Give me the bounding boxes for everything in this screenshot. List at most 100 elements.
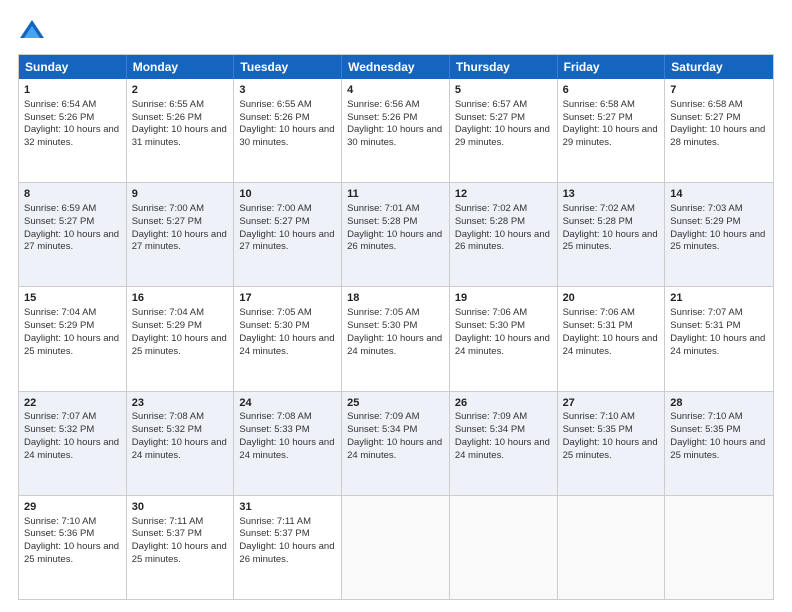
calendar-body: 1Sunrise: 6:54 AMSunset: 5:26 PMDaylight…: [19, 79, 773, 599]
day-cell: 11Sunrise: 7:01 AMSunset: 5:28 PMDayligh…: [342, 183, 450, 286]
empty-cell: [342, 496, 450, 599]
sunrise-text: Sunrise: 7:01 AM: [347, 203, 419, 214]
day-cell: 12Sunrise: 7:02 AMSunset: 5:28 PMDayligh…: [450, 183, 558, 286]
day-cell: 5Sunrise: 6:57 AMSunset: 5:27 PMDaylight…: [450, 79, 558, 182]
sunset-text: Sunset: 5:26 PM: [132, 112, 202, 123]
sunset-text: Sunset: 5:27 PM: [563, 112, 633, 123]
daylight-label: Daylight: 10 hours and 27 minutes.: [132, 229, 227, 253]
sunrise-text: Sunrise: 7:10 AM: [563, 411, 635, 422]
calendar-week: 29Sunrise: 7:10 AMSunset: 5:36 PM Dayligh…: [19, 495, 773, 599]
daylight-label: Daylight: 10 hours and 32 minutes.: [24, 124, 119, 148]
sunrise-text: Sunrise: 7:11 AM: [239, 516, 311, 527]
calendar-week: 15 Sunrise: 7:04 AM Sunset: 5:29 PM Dayligh…: [19, 286, 773, 390]
daylight-label: Daylight: 10 hours and 26 minutes.: [455, 229, 550, 253]
sunrise-text: Sunrise: 6:58 AM: [563, 99, 635, 110]
day-cell: 14Sunrise: 7:03 AMSunset: 5:29 PMDayligh…: [665, 183, 773, 286]
daylight-label: Daylight: 10 hours and 24 minutes.: [563, 333, 658, 357]
sunrise-text: Sunrise: 7:07 AM: [670, 307, 742, 318]
sunset-text: Sunset: 5:36 PM: [24, 528, 94, 539]
day-number: 14: [670, 187, 768, 202]
sunrise-text: Sunrise: 7:05 AM: [347, 307, 419, 318]
day-cell: 22Sunrise: 7:07 AM Sunset: 5:32 PM Dayligh…: [19, 392, 127, 495]
calendar-header: SundayMondayTuesdayWednesdayThursdayFrid…: [19, 55, 773, 79]
day-number: 5: [455, 83, 552, 98]
day-cell: 9Sunrise: 7:00 AMSunset: 5:27 PMDaylight…: [127, 183, 235, 286]
sunset-text: Sunset: 5:37 PM: [239, 528, 309, 539]
daylight-label: Daylight: 10 hours and 24 minutes.: [24, 437, 119, 461]
sunrise-text: Sunrise: 7:05 AM: [239, 307, 311, 318]
day-number: 12: [455, 187, 552, 202]
sunrise-text: Sunrise: 7:04 AM: [132, 307, 204, 318]
calendar-week: 1Sunrise: 6:54 AMSunset: 5:26 PMDaylight…: [19, 79, 773, 182]
calendar-week: 8Sunrise: 6:59 AMSunset: 5:27 PMDaylight…: [19, 182, 773, 286]
daylight-label: Daylight: 10 hours and 25 minutes.: [24, 333, 119, 357]
day-cell: 2Sunrise: 6:55 AMSunset: 5:26 PMDaylight…: [127, 79, 235, 182]
day-cell: 6Sunrise: 6:58 AM Sunset: 5:27 PMDaylight…: [558, 79, 666, 182]
day-number: 19: [455, 291, 552, 306]
sunset-text: Sunset: 5:28 PM: [563, 216, 633, 227]
sunset-text: Sunset: 5:27 PM: [132, 216, 202, 227]
day-cell: 15Sunrise: 7:04 AMSunset: 5:29 PMDayligh…: [19, 287, 127, 390]
day-number: 21: [670, 291, 768, 306]
sunset-text: Sunset: 5:32 PM: [24, 424, 94, 435]
daylight-label: Daylight: 10 hours and 31 minutes.: [132, 124, 227, 148]
daylight-label: Daylight: 10 hours and 25 minutes.: [132, 541, 227, 565]
day-number: 17: [239, 291, 336, 306]
sunset-text: Sunset: 5:34 PM: [347, 424, 417, 435]
sunrise-text: Sunrise: 7:11 AM: [132, 516, 204, 527]
daylight-label: Daylight: 10 hours and 24 minutes.: [239, 437, 334, 461]
day-cell: 19Sunrise: 7:06 AMSunset: 5:30 PMDayligh…: [450, 287, 558, 390]
sunrise-text: Sunrise: 6:57 AM: [455, 99, 527, 110]
sunset-text: Sunset: 5:26 PM: [24, 112, 94, 123]
sunrise-text: Sunrise: 7:06 AM: [563, 307, 635, 318]
sunrise-text: Sunrise: 7:07 AM: [24, 411, 96, 422]
day-number: 6: [563, 83, 660, 98]
sunrise-text: Sunrise: 7:03 AM: [670, 203, 742, 214]
day-number: 16: [132, 291, 229, 306]
day-cell: 28Sunrise: 7:10 AMSunset: 5:35 PMDayligh…: [665, 392, 773, 495]
day-number: 11: [347, 187, 444, 202]
sunrise-text: Sunrise: 7:00 AM: [239, 203, 311, 214]
sunrise-text: Sunrise: 7:09 AM: [347, 411, 419, 422]
day-cell: 1Sunrise: 6:54 AMSunset: 5:26 PMDaylight…: [19, 79, 127, 182]
sunset-text: Sunset: 5:27 PM: [670, 112, 740, 123]
day-cell: 20Sunrise: 7:06 AMSunset: 5:31 PMDayligh…: [558, 287, 666, 390]
daylight-label: Daylight: 10 hours and 24 minutes.: [239, 333, 334, 357]
day-number: 15: [24, 291, 121, 306]
day-header: Tuesday: [234, 55, 342, 79]
day-number: 23: [132, 396, 229, 411]
day-number: 9: [132, 187, 229, 202]
day-number: 8: [24, 187, 121, 202]
daylight-label: Daylight: 10 hours and 30 minutes.: [347, 124, 442, 148]
day-cell: 8Sunrise: 6:59 AMSunset: 5:27 PMDaylight…: [19, 183, 127, 286]
day-header: Saturday: [665, 55, 773, 79]
sunset-text: Sunset: 5:27 PM: [239, 216, 309, 227]
day-number: 31: [239, 500, 336, 515]
sunrise-text: Sunrise: 7:10 AM: [24, 516, 96, 527]
day-number: 2: [132, 83, 229, 98]
sunset-text: Sunset: 5:29 PM: [132, 320, 202, 331]
day-header: Monday: [127, 55, 235, 79]
day-number: 27: [563, 396, 660, 411]
sunset-text: Sunset: 5:30 PM: [455, 320, 525, 331]
daylight-label: Daylight: 10 hours and 28 minutes.: [670, 124, 765, 148]
daylight-label: Daylight: 10 hours and 24 minutes.: [455, 333, 550, 357]
day-cell: 13Sunrise: 7:02 AMSunset: 5:28 PMDayligh…: [558, 183, 666, 286]
sunset-text: Sunset: 5:30 PM: [239, 320, 309, 331]
day-cell: 7Sunrise: 6:58 AMSunset: 5:27 PMDaylight…: [665, 79, 773, 182]
day-number: 20: [563, 291, 660, 306]
daylight-label: Daylight: 10 hours and 24 minutes.: [347, 333, 442, 357]
day-number: 22: [24, 396, 121, 411]
day-cell: 18Sunrise: 7:05 AMSunset: 5:30 PMDayligh…: [342, 287, 450, 390]
day-cell: 31Sunrise: 7:11 AMSunset: 5:37 PMDayligh…: [234, 496, 342, 599]
day-number: 30: [132, 500, 229, 515]
day-cell: 30Sunrise: 7:11 AMSunset: 5:37 PMDayligh…: [127, 496, 235, 599]
day-number: 29: [24, 500, 121, 515]
daylight-label: Daylight: 10 hours and 25 minutes.: [24, 541, 119, 565]
day-cell: 25Sunrise: 7:09 AMSunset: 5:34 PMDayligh…: [342, 392, 450, 495]
day-number: 18: [347, 291, 444, 306]
daylight-label: Daylight: 10 hours and 25 minutes.: [670, 229, 765, 253]
sunset-text: Sunset: 5:31 PM: [670, 320, 740, 331]
day-cell: 17Sunrise: 7:05 AM Sunset: 5:30 PM Dayligh…: [234, 287, 342, 390]
daylight-label: Daylight: 10 hours and 29 minutes.: [563, 124, 658, 148]
